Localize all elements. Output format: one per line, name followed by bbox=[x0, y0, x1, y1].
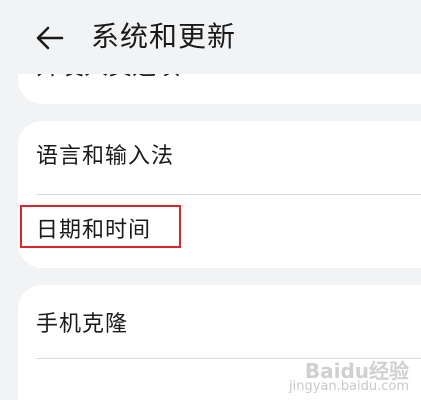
arrow-left-icon[interactable] bbox=[34, 22, 66, 54]
page-title: 系统和更新 bbox=[91, 20, 237, 53]
watermark-url: jingyan.baidu.com bbox=[289, 379, 409, 394]
watermark: Baidu经验 jingyan.baidu.com bbox=[289, 359, 409, 394]
list-item-phone-clone[interactable]: 手机克隆 bbox=[18, 289, 421, 361]
list-item-cut-off[interactable]: 开发人员选项 bbox=[36, 74, 180, 82]
top-app-bar: 系统和更新 bbox=[0, 0, 421, 74]
highlight-box bbox=[20, 205, 181, 248]
watermark-logo: Baidu经验 bbox=[304, 359, 409, 383]
list-item-language-input[interactable]: 语言和输入法 bbox=[18, 121, 421, 193]
list-item-label: 手机克隆 bbox=[36, 312, 129, 337]
settings-group-previous: 开发人员选项 bbox=[18, 74, 421, 104]
list-item-label: 语言和输入法 bbox=[36, 144, 175, 169]
